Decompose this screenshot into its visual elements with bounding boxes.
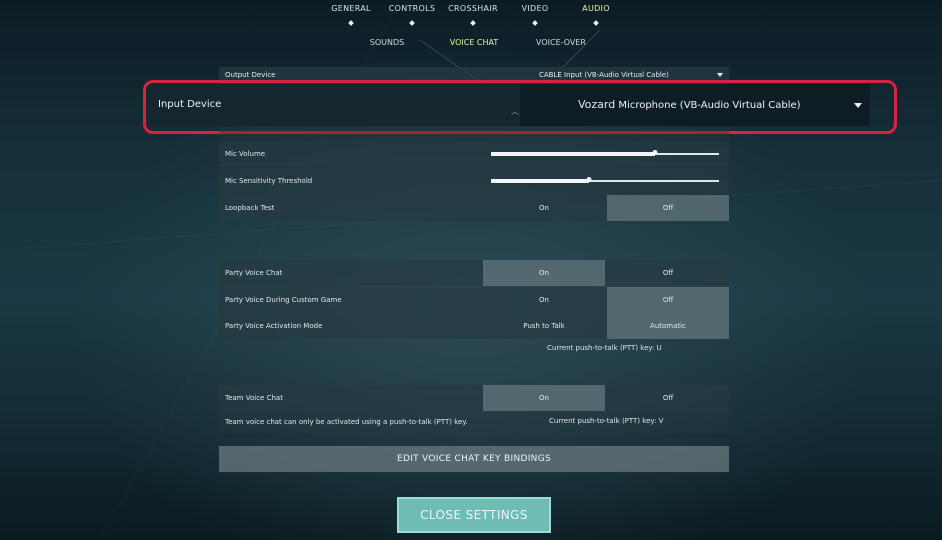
mic-volume-row: Mic Volume	[219, 141, 729, 167]
party-voice-custom-on-option[interactable]: On	[483, 287, 605, 313]
loopback-label: Loopback Test	[225, 204, 275, 212]
edit-voice-chat-bindings-button[interactable]: EDIT VOICE CHAT KEY BINDINGS	[219, 446, 729, 472]
chevron-down-icon[interactable]	[717, 73, 723, 77]
party-ptt-key-note: Current push-to-talk (PTT) key: U	[547, 344, 662, 352]
slider-knob[interactable]	[586, 177, 592, 182]
scroll-up-icon[interactable]: ︿	[511, 106, 519, 117]
input-device-value: Vozard Microphone (VB-Audio Virtual Cabl…	[578, 84, 801, 127]
slider-fill	[491, 152, 656, 156]
party-voice-chat-row: Party Voice Chat On Off	[219, 260, 729, 286]
subtab-sounds[interactable]: SOUNDS	[370, 38, 404, 47]
team-note-row: Team voice chat can only be activated us…	[219, 411, 729, 433]
party-voice-mode-row: Party Voice Activation Mode Push to Talk…	[219, 313, 729, 339]
automatic-option[interactable]: Automatic	[607, 313, 729, 339]
input-device-prefix: Vozard	[578, 98, 616, 111]
input-device-row[interactable]: Input Device ︿ Vozard Microphone (VB-Aud…	[150, 84, 870, 126]
input-device-label: Input Device	[158, 99, 222, 110]
loopback-on-option[interactable]: On	[483, 195, 605, 221]
subtab-voice-over[interactable]: VOICE-OVER	[536, 38, 586, 47]
mic-volume-label: Mic Volume	[225, 150, 266, 158]
team-voice-chat-on-option[interactable]: On	[483, 385, 605, 411]
tab-controls[interactable]: CONTROLS	[389, 4, 436, 13]
chevron-down-icon[interactable]	[854, 103, 862, 108]
tab-video[interactable]: VIDEO	[522, 4, 549, 13]
input-device-value-text: Microphone (VB-Audio Virtual Cable)	[618, 100, 801, 111]
loopback-off-option[interactable]: Off	[607, 195, 729, 221]
team-note: Team voice chat can only be activated us…	[225, 418, 468, 426]
output-device-label: Output Device	[225, 71, 276, 79]
slider-knob[interactable]	[652, 150, 658, 155]
push-to-talk-option[interactable]: Push to Talk	[483, 313, 605, 339]
team-ptt-key-note: Current push-to-talk (PTT) key: V	[549, 417, 664, 425]
party-voice-custom-label: Party Voice During Custom Game	[225, 296, 342, 304]
subtab-voice-chat[interactable]: VOICE CHAT	[450, 38, 499, 47]
team-voice-chat-off-option[interactable]: Off	[607, 385, 729, 411]
party-voice-chat-label: Party Voice Chat	[225, 269, 283, 277]
team-voice-chat-row: Team Voice Chat On Off	[219, 385, 729, 411]
tab-general[interactable]: GENERAL	[331, 4, 371, 13]
output-device-row[interactable]: Output Device CABLE Input (VB-Audio Virt…	[219, 67, 729, 84]
close-settings-button[interactable]: CLOSE SETTINGS	[397, 497, 551, 533]
output-device-value: CABLE Input (VB-Audio Virtual Cable)	[539, 71, 669, 79]
party-voice-mode-label: Party Voice Activation Mode	[225, 322, 323, 330]
party-voice-custom-row: Party Voice During Custom Game On Off	[219, 287, 729, 313]
slider-fill	[491, 179, 590, 183]
loopback-row: Loopback Test On Off	[219, 195, 729, 221]
team-voice-chat-label: Team Voice Chat	[225, 394, 283, 402]
mic-volume-slider[interactable]	[491, 150, 719, 156]
spacer-row	[219, 127, 729, 141]
party-voice-custom-off-option[interactable]: Off	[607, 287, 729, 313]
mic-sensitivity-slider[interactable]	[491, 177, 719, 183]
mic-sensitivity-row: Mic Sensitivity Threshold	[219, 168, 729, 194]
tab-audio[interactable]: AUDIO	[582, 4, 610, 13]
party-voice-chat-off-option[interactable]: Off	[607, 260, 729, 286]
tab-crosshair[interactable]: CROSSHAIR	[448, 4, 498, 13]
party-voice-chat-on-option[interactable]: On	[483, 260, 605, 286]
sub-tab-bar: SOUNDS VOICE CHAT VOICE-OVER	[0, 38, 942, 52]
mic-sensitivity-label: Mic Sensitivity Threshold	[225, 177, 313, 185]
